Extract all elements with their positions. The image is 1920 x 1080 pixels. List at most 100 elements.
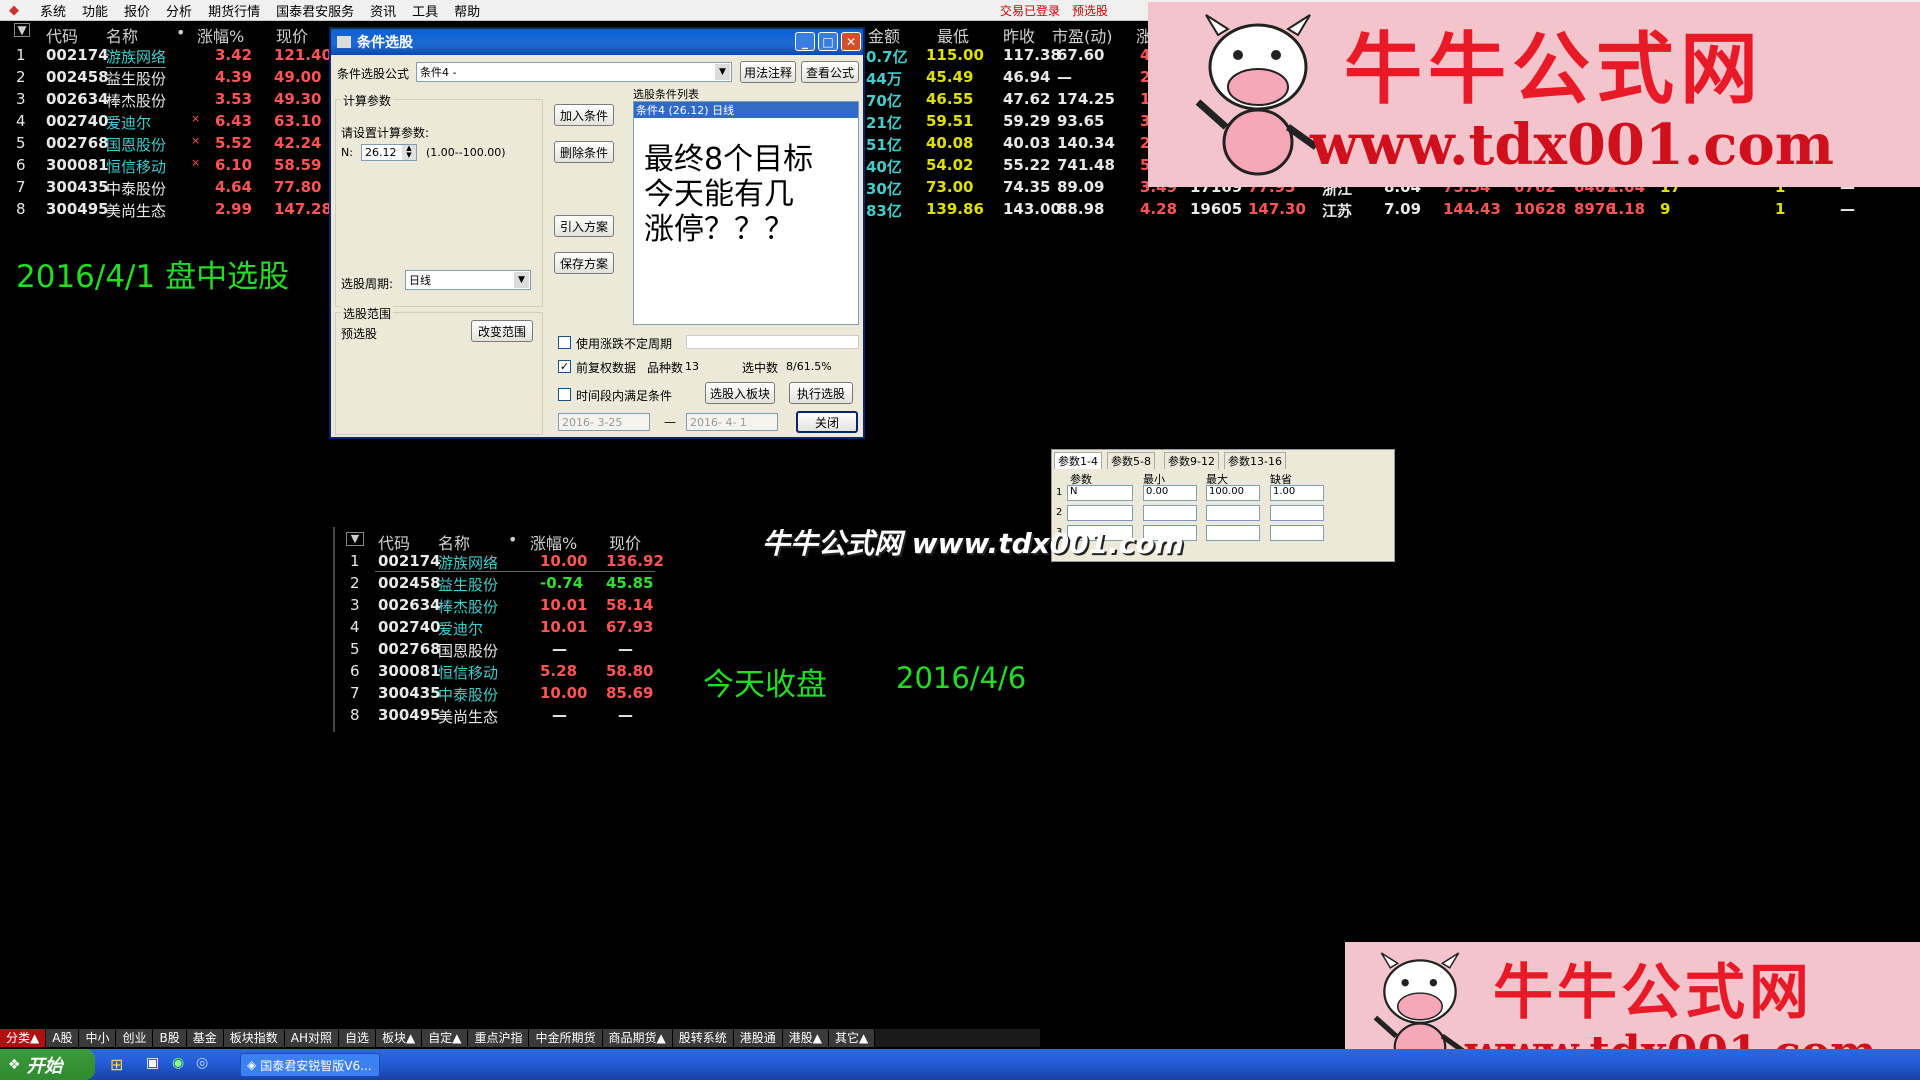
menu-help[interactable]: 帮助 <box>454 1 480 20</box>
top-cell-code[interactable]: 300435 <box>46 178 109 196</box>
bcol-change[interactable]: 涨幅% <box>530 530 577 554</box>
import-scheme-button[interactable]: 引入方案 <box>554 215 614 237</box>
bcol-price[interactable]: 现价 <box>609 530 641 554</box>
uncertain-period-checkbox[interactable] <box>558 336 571 349</box>
market-tab[interactable]: A股 <box>46 1029 80 1047</box>
col-amount[interactable]: 金额 <box>868 23 900 47</box>
start-button[interactable]: ❖ 开始 <box>0 1049 95 1080</box>
period-select[interactable]: 日线 ▼ <box>405 270 531 290</box>
menu-quote[interactable]: 报价 <box>124 1 150 20</box>
market-tab[interactable]: 港股▲ <box>782 1029 829 1047</box>
formula-select[interactable]: 条件4 - ▼ <box>416 62 732 82</box>
top-cell-name[interactable]: 美尚生态 <box>106 200 166 221</box>
market-tab[interactable]: B股 <box>153 1029 187 1047</box>
col-code[interactable]: 代码 <box>46 23 78 47</box>
param-default-field[interactable] <box>1270 525 1324 541</box>
condition-list[interactable]: 条件4 (26.12) 日线 最终8个目标 今天能有几 涨停？？？ <box>633 101 859 325</box>
tab-params-13-16[interactable]: 参数13-16 <box>1224 452 1286 469</box>
menu-analysis[interactable]: 分析 <box>166 1 192 20</box>
param-min-field[interactable] <box>1143 505 1197 521</box>
bottom-cell-name[interactable]: 美尚生态 <box>438 706 498 727</box>
column-menu-icon[interactable]: ▼ <box>346 532 364 546</box>
col-change[interactable]: 涨幅% <box>197 23 244 47</box>
menu-news[interactable]: 资讯 <box>370 1 396 20</box>
top-cell-code[interactable]: 002768 <box>46 134 109 152</box>
market-tab[interactable]: 板块▲ <box>376 1029 423 1047</box>
param-name-field[interactable]: N <box>1067 485 1133 501</box>
tab-params-9-12[interactable]: 参数9-12 <box>1164 452 1219 469</box>
chevron-down-icon[interactable]: ▼ <box>514 272 529 288</box>
bottom-cell-code[interactable]: 002634 <box>378 596 441 614</box>
table-row[interactable] <box>0 112 10 132</box>
close-icon[interactable]: ✕ <box>841 32 861 51</box>
top-cell-name[interactable]: 棒杰股份 <box>106 90 166 111</box>
top-cell-code[interactable]: 002634 <box>46 90 109 108</box>
top-cell-code[interactable]: 002458 <box>46 68 109 86</box>
top-cell-name[interactable]: 游族网络 <box>106 46 167 68</box>
market-tab[interactable]: 分类▲ <box>0 1029 47 1047</box>
param-max-field[interactable] <box>1206 505 1260 521</box>
condition-list-item[interactable]: 条件4 (26.12) 日线 <box>634 102 858 118</box>
market-tab[interactable]: 中小 <box>79 1029 117 1047</box>
bcol-code[interactable]: 代码 <box>378 530 410 554</box>
browser-icon[interactable]: ◉ <box>172 1055 192 1075</box>
param-max-field[interactable] <box>1206 525 1260 541</box>
col-name[interactable]: 名称 <box>106 23 138 47</box>
bottom-cell-name[interactable]: 恒信移动 <box>438 662 498 683</box>
trade-login-status[interactable]: 交易已登录 <box>1000 2 1060 19</box>
table-row[interactable] <box>0 178 10 198</box>
save-scheme-button[interactable]: 保存方案 <box>554 252 614 274</box>
execute-select-button[interactable]: 执行选股 <box>789 382 853 404</box>
maximize-button[interactable]: □ <box>818 32 838 51</box>
bottom-cell-name[interactable]: 棒杰股份 <box>438 596 498 617</box>
bottom-cell-code[interactable]: 002740 <box>378 618 441 636</box>
market-tab[interactable]: 基金 <box>186 1029 224 1047</box>
bottom-cell-name[interactable]: 国恩股份 <box>438 640 498 661</box>
bottom-cell-name[interactable]: 益生股份 <box>438 574 498 595</box>
n-stepper[interactable]: 26.12 ▲ ▼ <box>361 144 417 161</box>
menu-gtja-service[interactable]: 国泰君安服务 <box>276 1 354 20</box>
market-tab[interactable]: AH对照 <box>284 1029 339 1047</box>
top-cell-name[interactable]: 爱迪尔 <box>106 112 151 133</box>
param-min-field[interactable]: 0.00 <box>1143 485 1197 501</box>
minimize-button[interactable]: _ <box>795 32 815 51</box>
tab-params-1-4[interactable]: 参数1-4 <box>1054 452 1102 469</box>
date-to-input[interactable]: 2016- 4- 1 <box>686 413 778 431</box>
bottom-cell-code[interactable]: 300081 <box>378 662 441 680</box>
top-cell-code[interactable]: 300081 <box>46 156 109 174</box>
table-row[interactable] <box>0 46 10 66</box>
top-cell-name[interactable]: 国恩股份 <box>106 134 166 155</box>
bottom-cell-code[interactable]: 002174 <box>378 552 441 570</box>
market-tab[interactable]: 自选 <box>338 1029 376 1047</box>
market-tab[interactable]: 港股通 <box>733 1029 783 1047</box>
app-icon[interactable]: ◎ <box>196 1055 216 1075</box>
bottom-cell-name[interactable]: 爱迪尔 <box>438 618 483 639</box>
tab-params-5-8[interactable]: 参数5-8 <box>1107 452 1155 469</box>
bottom-cell-code[interactable]: 002458 <box>378 574 441 592</box>
market-tab[interactable]: 创业 <box>116 1029 154 1047</box>
top-cell-code[interactable]: 002740 <box>46 112 109 130</box>
forward-adjust-checkbox[interactable]: ✓ <box>558 360 571 373</box>
spin-icon[interactable]: ▲ ▼ <box>402 145 416 160</box>
bottom-cell-name[interactable]: 游族网络 <box>438 552 498 573</box>
add-condition-button[interactable]: 加入条件 <box>554 104 614 126</box>
time-range-checkbox[interactable] <box>558 388 571 401</box>
col-pe[interactable]: 市盈(动) <box>1052 23 1113 47</box>
quicklaunch-icon[interactable]: ⊞ <box>110 1055 130 1075</box>
table-row[interactable] <box>0 90 10 110</box>
market-tab[interactable]: 重点沪指 <box>468 1029 530 1047</box>
market-tab[interactable]: 股转系统 <box>672 1029 734 1047</box>
param-name-field[interactable] <box>1067 505 1133 521</box>
menu-futures[interactable]: 期货行情 <box>208 1 260 20</box>
view-formula-button[interactable]: 查看公式 <box>801 61 859 83</box>
param-default-field[interactable]: 1.00 <box>1270 485 1324 501</box>
select-to-block-button[interactable]: 选股入板块 <box>705 382 775 404</box>
param-default-field[interactable] <box>1270 505 1324 521</box>
desktop-icon[interactable]: ▣ <box>146 1055 166 1075</box>
date-from-input[interactable]: 2016- 3-25 <box>558 413 650 431</box>
preselect-link[interactable]: 预选股 <box>1072 2 1108 19</box>
table-row[interactable] <box>0 68 10 88</box>
table-row[interactable] <box>0 156 10 176</box>
market-tab[interactable]: 板块指数 <box>223 1029 285 1047</box>
top-cell-code[interactable]: 002174 <box>46 46 109 64</box>
